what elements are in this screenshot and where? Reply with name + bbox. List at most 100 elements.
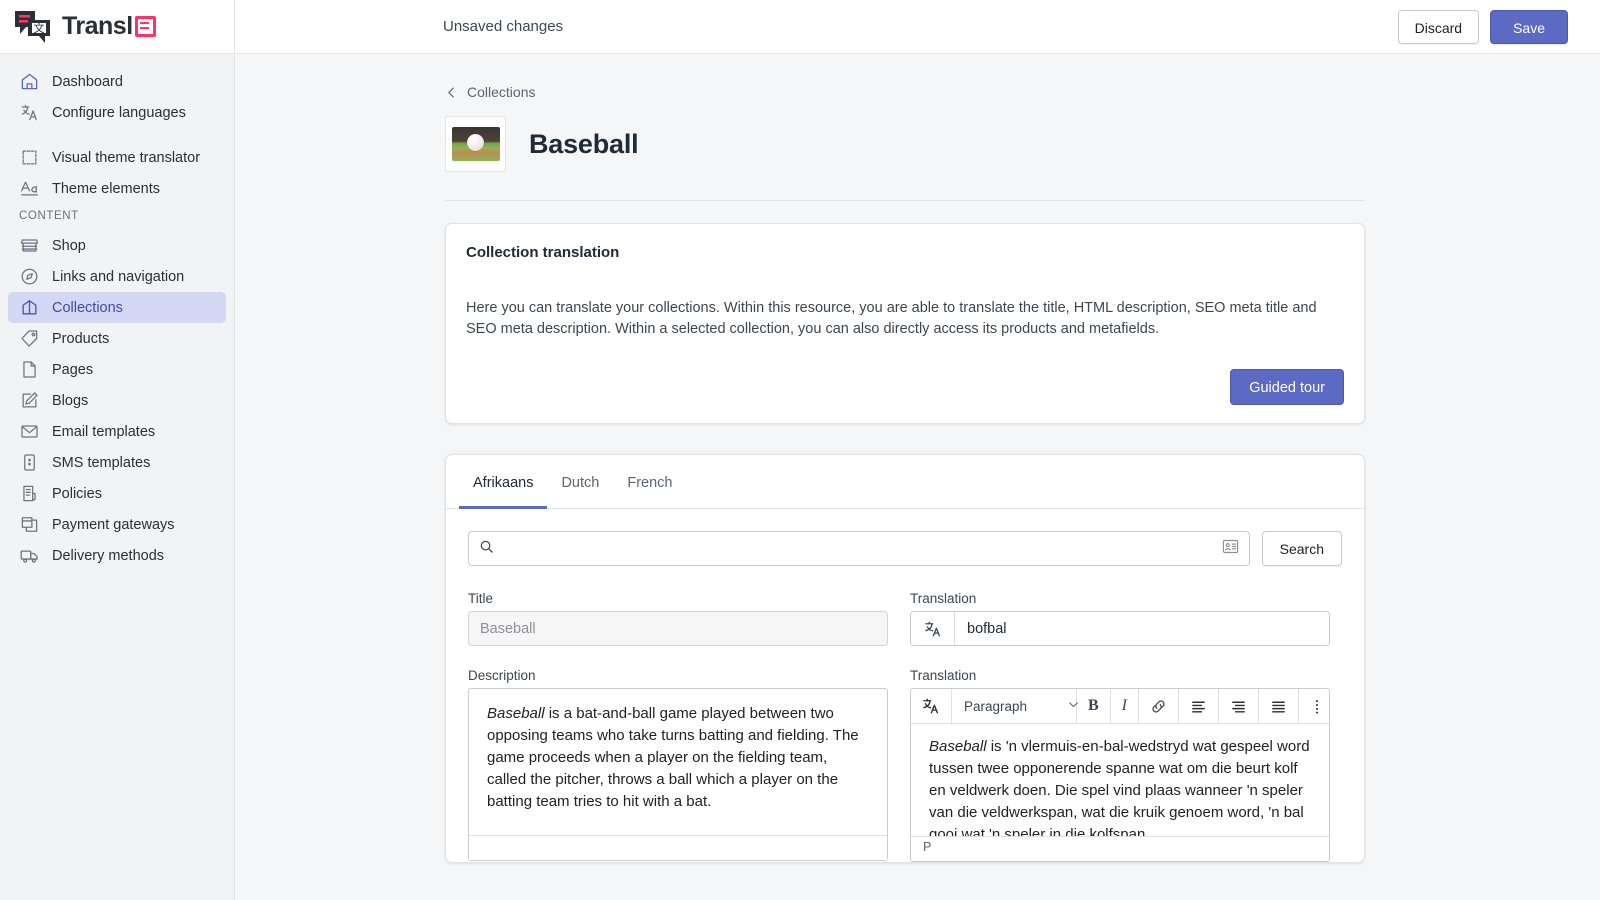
rte-link-icon[interactable] [1139,689,1179,724]
title-source-column: Title Baseball [468,591,888,647]
sidebar-item-payment-gateways[interactable]: Payment gateways [8,509,226,540]
app-root: 文 Transl Dashboard Configure languages V… [0,0,1600,900]
rte-italic-button[interactable]: I [1111,689,1139,724]
sidebar-item-theme-elements[interactable]: Theme elements [8,173,226,204]
description-label: Description [468,668,536,684]
sidebar-item-label: Delivery methods [52,547,165,564]
rte-content-emphasis: Baseball [929,738,987,756]
truck-icon [18,545,40,567]
title-translation-field[interactable] [910,611,1330,647]
brand-name: Transl [62,12,133,40]
title-translation-input[interactable] [955,612,1329,646]
sidebar-item-collections[interactable]: Collections [8,292,226,323]
sidebar-item-delivery-methods[interactable]: Delivery methods [8,540,226,571]
search-row: Search [468,531,1342,567]
sidebar-item-pages[interactable]: Pages [8,354,226,385]
sidebar-item-shop[interactable]: Shop [8,230,226,261]
sidebar-item-label: Email templates [52,423,156,440]
phone-message-icon [18,452,40,474]
title-source-input: Baseball [468,611,888,647]
sidebar: 文 Transl Dashboard Configure languages V… [0,0,235,900]
home-icon [18,71,40,93]
baseball-image [451,127,500,161]
vertical-dots-icon[interactable] [1299,689,1335,723]
brand-badge-icon [134,16,156,37]
rte-translate-icon[interactable] [911,689,952,724]
rte-block-format-select[interactable]: Paragraph [952,689,1078,724]
title-label: Title [468,591,494,607]
info-card-body: Here you can translate your collections.… [466,300,1317,337]
sidebar-item-label: SMS templates [52,454,151,471]
guided-tour-button[interactable]: Guided tour [1230,369,1344,406]
description-source-column: Description Baseball is a bat-and-ball g… [468,668,888,862]
search-field[interactable] [468,531,1250,567]
sidebar-nav: Dashboard Configure languages Visual the… [0,54,234,900]
sidebar-item-blogs[interactable]: Blogs [8,385,226,416]
sidebar-item-links-and-navigation[interactable]: Links and navigation [8,261,226,292]
rte-content-rest: is 'n vlermuis-en-bal-wedstryd wat gespe… [929,738,1310,837]
rte-bold-button[interactable]: B [1077,689,1111,724]
sidebar-item-label: Products [52,330,110,347]
description-source-emphasis: Baseball [487,705,545,723]
main-area: Unsaved changes Discard Save Collections [235,0,1600,900]
sidebar-section-content-label: CONTENT [19,210,79,222]
baseball-ball-shape [466,134,484,151]
discard-button[interactable]: Discard [1397,9,1480,44]
rte-align-left-icon[interactable] [1179,689,1219,724]
search-input[interactable] [502,540,1222,557]
sidebar-item-label: Visual theme translator [52,149,201,166]
sidebar-item-policies[interactable]: Policies [8,478,226,509]
rte-element-path: P [911,836,1329,861]
save-button[interactable]: Save [1490,9,1568,44]
tab-french[interactable]: French [613,456,686,509]
description-field-row: Description Baseball is a bat-and-ball g… [468,668,1342,863]
translate-icon[interactable] [911,612,955,646]
title-translation-label: Translation [910,591,977,607]
envelope-icon [18,421,40,443]
sidebar-item-email-templates[interactable]: Email templates [8,416,226,447]
description-source-text: Baseball is a bat-and-ball game played b… [469,689,887,835]
sidebar-item-visual-theme-translator[interactable]: Visual theme translator [8,142,226,173]
description-source-box: Baseball is a bat-and-ball game played b… [468,688,888,862]
collection-icon [18,297,40,319]
chevron-left-icon [445,86,458,99]
sidebar-item-sms-templates[interactable]: SMS templates [8,447,226,478]
sidebar-item-label: Links and navigation [52,268,185,285]
language-tabs: Afrikaans Dutch French [446,455,1364,510]
id-card-icon[interactable] [1222,539,1239,559]
sidebar-item-label: Payment gateways [52,516,175,533]
unsaved-changes-status: Unsaved changes [443,18,564,35]
rte-align-justify-icon[interactable] [1259,689,1299,724]
top-context-bar: Unsaved changes Discard Save [235,0,1600,54]
payment-card-icon [18,514,40,536]
description-translation-column: Translation Paragraph B I Baseball is 'n… [910,668,1330,863]
translation-panel: Search Title Baseball Translation bofbal… [446,509,1364,863]
sidebar-item-label: Collections [52,299,123,316]
rte-block-format-value: Paragraph [964,698,1028,714]
search-button[interactable]: Search [1261,531,1342,567]
tab-dutch[interactable]: Dutch [547,456,613,509]
collection-translation-info-card: Collection translation Here you can tran… [445,223,1365,425]
title-field-row: Title Baseball Translation [468,591,1342,647]
breadcrumb[interactable]: Collections [445,84,1365,100]
breadcrumb-label: Collections [467,84,536,100]
rte-content[interactable]: Baseball is 'n vlermuis-en-bal-wedstryd … [911,724,1329,836]
page-icon [18,359,40,381]
sidebar-item-configure-languages[interactable]: Configure languages [8,97,226,128]
sidebar-item-products[interactable]: Products [8,323,226,354]
app-logo[interactable]: 文 Transl [0,0,234,54]
store-icon [18,235,40,257]
translation-card: Afrikaans Dutch French Search Title Base… [445,454,1365,864]
tab-afrikaans[interactable]: Afrikaans [459,456,548,510]
speech-bubbles-logo-icon: 文 [14,10,54,44]
sidebar-item-label: Dashboard [52,73,123,90]
description-translation-label: Translation [910,668,977,684]
sidebar-item-label: Blogs [52,392,89,409]
sidebar-item-dashboard[interactable]: Dashboard [8,66,226,97]
svg-text:文: 文 [34,21,45,35]
theme-edit-icon [18,147,40,169]
page-container: Collections Baseball Collection translat… [445,54,1365,864]
topbar-actions: Discard Save [1397,9,1568,44]
sidebar-item-label: Policies [52,485,102,502]
rte-align-right-icon[interactable] [1219,689,1259,724]
